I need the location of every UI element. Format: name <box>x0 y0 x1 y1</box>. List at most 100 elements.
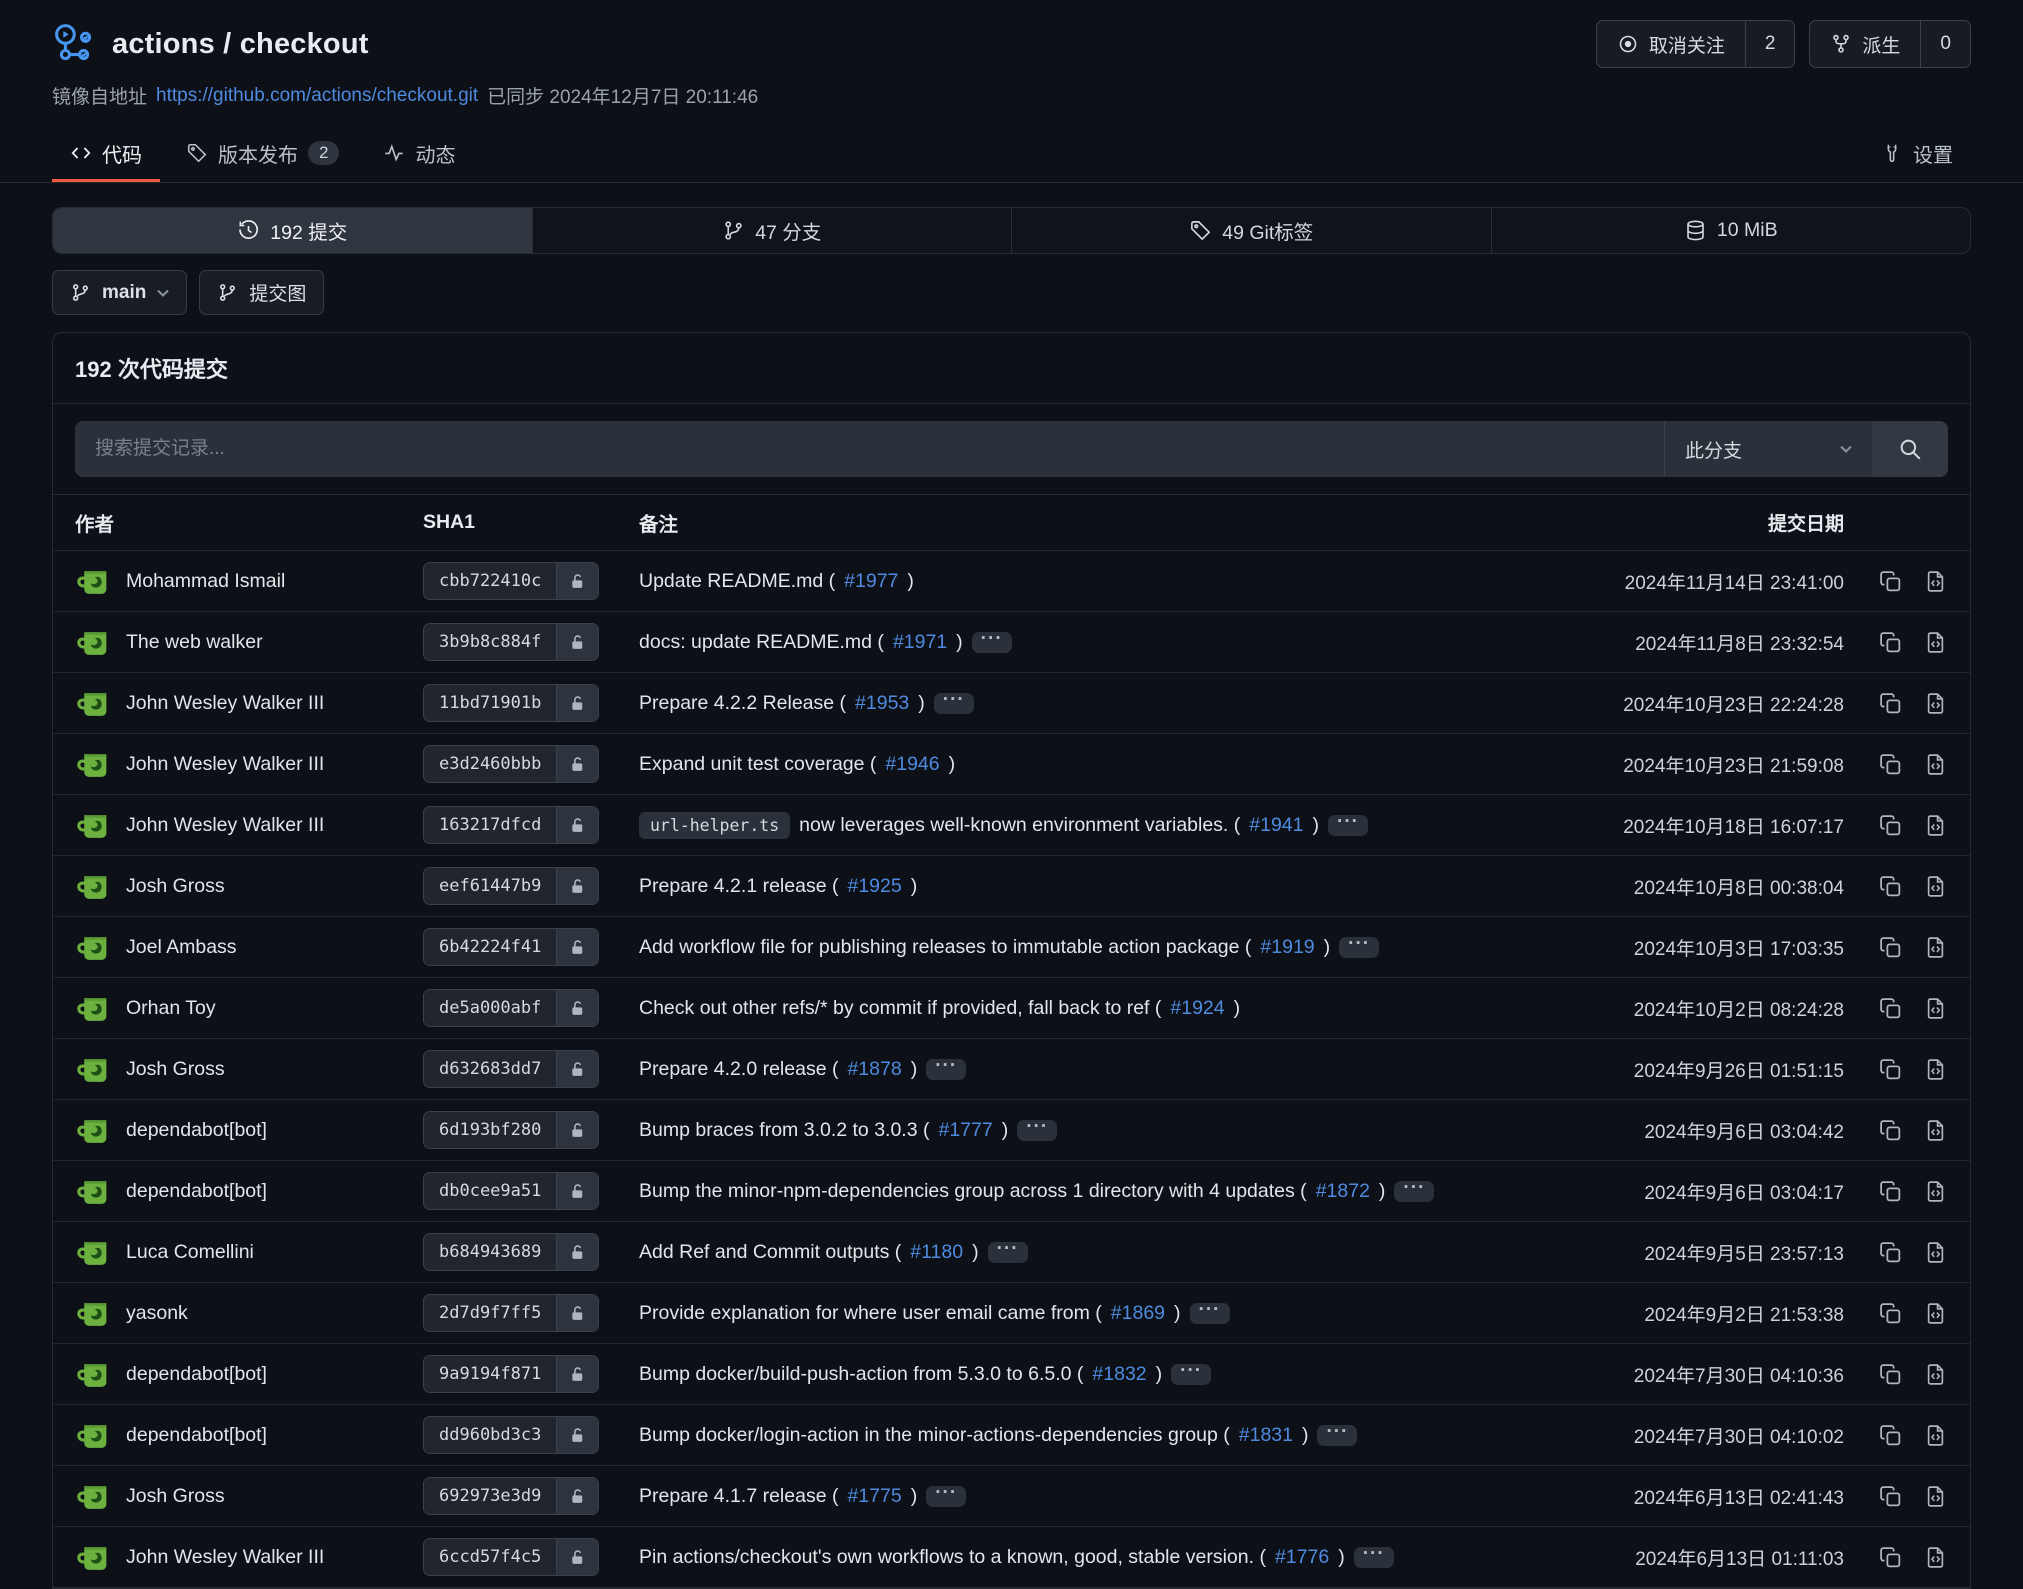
commit-sha[interactable]: 6b42224f41 <box>424 929 556 965</box>
commit-pr-link[interactable]: #1946 <box>885 753 939 776</box>
commit-message[interactable]: Prepare 4.1.7 release ( <box>639 1485 838 1508</box>
view-source-at-commit-icon[interactable] <box>1923 569 1948 594</box>
view-source-at-commit-icon[interactable] <box>1923 1118 1948 1143</box>
commit-author-name[interactable]: Luca Comellini <box>126 1241 254 1264</box>
view-source-at-commit-icon[interactable] <box>1923 1179 1948 1204</box>
commit-author-avatar[interactable] <box>75 807 112 844</box>
commit-pr-link[interactable]: #1977 <box>844 570 898 593</box>
commit-message[interactable]: Prepare 4.2.2 Release ( <box>639 692 846 715</box>
stat-commits[interactable]: 192 提交 <box>53 208 533 253</box>
commit-author-avatar[interactable] <box>75 990 112 1027</box>
commit-pr-link[interactable]: #1971 <box>893 631 947 654</box>
copy-sha-icon[interactable] <box>1878 1240 1903 1265</box>
expand-commit-button[interactable]: ··· <box>1171 1364 1211 1385</box>
view-source-at-commit-icon[interactable] <box>1923 630 1948 655</box>
copy-sha-icon[interactable] <box>1878 1545 1903 1570</box>
commit-pr-link[interactable]: #1924 <box>1170 997 1224 1020</box>
commit-pr-link[interactable]: #1872 <box>1316 1180 1370 1203</box>
commit-author-avatar[interactable] <box>75 1112 112 1149</box>
commit-message[interactable]: Prepare 4.2.0 release ( <box>639 1058 838 1081</box>
commit-sha[interactable]: eef61447b9 <box>424 868 556 904</box>
unwatch-button[interactable]: 取消关注 2 <box>1596 20 1796 68</box>
view-source-at-commit-icon[interactable] <box>1923 1240 1948 1265</box>
commit-sha-badge[interactable]: 692973e3d9 <box>423 1477 599 1515</box>
view-source-at-commit-icon[interactable] <box>1923 1545 1948 1570</box>
copy-sha-icon[interactable] <box>1878 874 1903 899</box>
expand-commit-button[interactable]: ··· <box>1339 937 1379 958</box>
expand-commit-button[interactable]: ··· <box>1354 1547 1394 1568</box>
expand-commit-button[interactable]: ··· <box>972 632 1012 653</box>
commit-author-name[interactable]: Josh Gross <box>126 875 225 898</box>
commit-sha-badge[interactable]: b684943689 <box>423 1233 599 1271</box>
commit-author-avatar[interactable] <box>75 563 112 600</box>
commit-author-name[interactable]: dependabot[bot] <box>126 1180 267 1203</box>
commit-sha-badge[interactable]: db0cee9a51 <box>423 1172 599 1210</box>
commit-pr-link[interactable]: #1832 <box>1092 1363 1146 1386</box>
commit-author-name[interactable]: Orhan Toy <box>126 997 216 1020</box>
commit-pr-link[interactable]: #1180 <box>910 1241 963 1264</box>
expand-commit-button[interactable]: ··· <box>934 693 974 714</box>
copy-sha-icon[interactable] <box>1878 1484 1903 1509</box>
expand-commit-button[interactable]: ··· <box>1328 815 1368 836</box>
commit-author-name[interactable]: John Wesley Walker III <box>126 753 324 776</box>
commit-sha[interactable]: 2d7d9f7ff5 <box>424 1295 556 1331</box>
commit-sha-badge[interactable]: 163217dfcd <box>423 806 599 844</box>
commit-sha-badge[interactable]: d632683dd7 <box>423 1050 599 1088</box>
commit-author-avatar[interactable] <box>75 868 112 905</box>
commit-author-name[interactable]: dependabot[bot] <box>126 1363 267 1386</box>
view-source-at-commit-icon[interactable] <box>1923 1362 1948 1387</box>
commit-pr-link[interactable]: #1777 <box>938 1119 992 1142</box>
commit-message[interactable]: Pin actions/checkout's own workflows to … <box>639 1546 1266 1569</box>
commit-message[interactable]: Check out other refs/* by commit if prov… <box>639 997 1161 1020</box>
view-source-at-commit-icon[interactable] <box>1923 1484 1948 1509</box>
view-source-at-commit-icon[interactable] <box>1923 1301 1948 1326</box>
view-source-at-commit-icon[interactable] <box>1923 1057 1948 1082</box>
commit-sha-badge[interactable]: 3b9b8c884f <box>423 623 599 661</box>
commit-author-avatar[interactable] <box>75 929 112 966</box>
commit-author-name[interactable]: John Wesley Walker III <box>126 1546 324 1569</box>
copy-sha-icon[interactable] <box>1878 752 1903 777</box>
commit-graph-button[interactable]: 提交图 <box>199 270 324 315</box>
commit-sha[interactable]: cbb722410c <box>424 563 556 599</box>
commit-pr-link[interactable]: #1831 <box>1239 1424 1293 1447</box>
commit-message[interactable]: Update README.md ( <box>639 570 835 593</box>
commit-sha[interactable]: 6d193bf280 <box>424 1112 556 1148</box>
commit-sha[interactable]: e3d2460bbb <box>424 746 556 782</box>
commit-author-name[interactable]: John Wesley Walker III <box>126 692 324 715</box>
copy-sha-icon[interactable] <box>1878 1057 1903 1082</box>
mirror-url-link[interactable]: https://github.com/actions/checkout.git <box>156 85 478 107</box>
commit-sha[interactable]: d632683dd7 <box>424 1051 556 1087</box>
commit-pr-link[interactable]: #1925 <box>847 875 901 898</box>
view-source-at-commit-icon[interactable] <box>1923 874 1948 899</box>
commit-sha-badge[interactable]: eef61447b9 <box>423 867 599 905</box>
branch-selector[interactable]: main <box>52 270 187 315</box>
commit-author-avatar[interactable] <box>75 746 112 783</box>
commit-search-input[interactable] <box>75 421 1664 477</box>
commit-author-avatar[interactable] <box>75 1478 112 1515</box>
commit-author-name[interactable]: Josh Gross <box>126 1058 225 1081</box>
commit-message[interactable]: Bump braces from 3.0.2 to 3.0.3 ( <box>639 1119 929 1142</box>
commit-pr-link[interactable]: #1953 <box>855 692 909 715</box>
commit-message[interactable]: docs: update README.md ( <box>639 631 884 654</box>
commit-sha[interactable]: 11bd71901b <box>424 685 556 721</box>
view-source-at-commit-icon[interactable] <box>1923 935 1948 960</box>
commit-sha-badge[interactable]: 6ccd57f4c5 <box>423 1538 599 1576</box>
branch-scope-dropdown[interactable]: 此分支 <box>1664 421 1872 477</box>
commit-author-name[interactable]: yasonk <box>126 1302 188 1325</box>
commit-sha[interactable]: dd960bd3c3 <box>424 1417 556 1453</box>
commit-message[interactable]: Bump docker/build-push-action from 5.3.0… <box>639 1363 1083 1386</box>
commit-sha[interactable]: 6ccd57f4c5 <box>424 1539 556 1575</box>
commit-sha-badge[interactable]: 9a9194f871 <box>423 1355 599 1393</box>
copy-sha-icon[interactable] <box>1878 691 1903 716</box>
fork-button[interactable]: 派生 0 <box>1809 20 1971 68</box>
commit-author-name[interactable]: Mohammad Ismail <box>126 570 285 593</box>
expand-commit-button[interactable]: ··· <box>988 1242 1028 1263</box>
stat-tags[interactable]: 49 Git标签 <box>1012 208 1492 253</box>
forks-count[interactable]: 0 <box>1920 21 1970 67</box>
commit-message[interactable]: Provide explanation for where user email… <box>639 1302 1102 1325</box>
commit-author-name[interactable]: John Wesley Walker III <box>126 814 324 837</box>
copy-sha-icon[interactable] <box>1878 1118 1903 1143</box>
commit-author-avatar[interactable] <box>75 685 112 722</box>
commit-message[interactable]: Bump the minor-npm-dependencies group ac… <box>639 1180 1307 1203</box>
commit-sha[interactable]: 3b9b8c884f <box>424 624 556 660</box>
